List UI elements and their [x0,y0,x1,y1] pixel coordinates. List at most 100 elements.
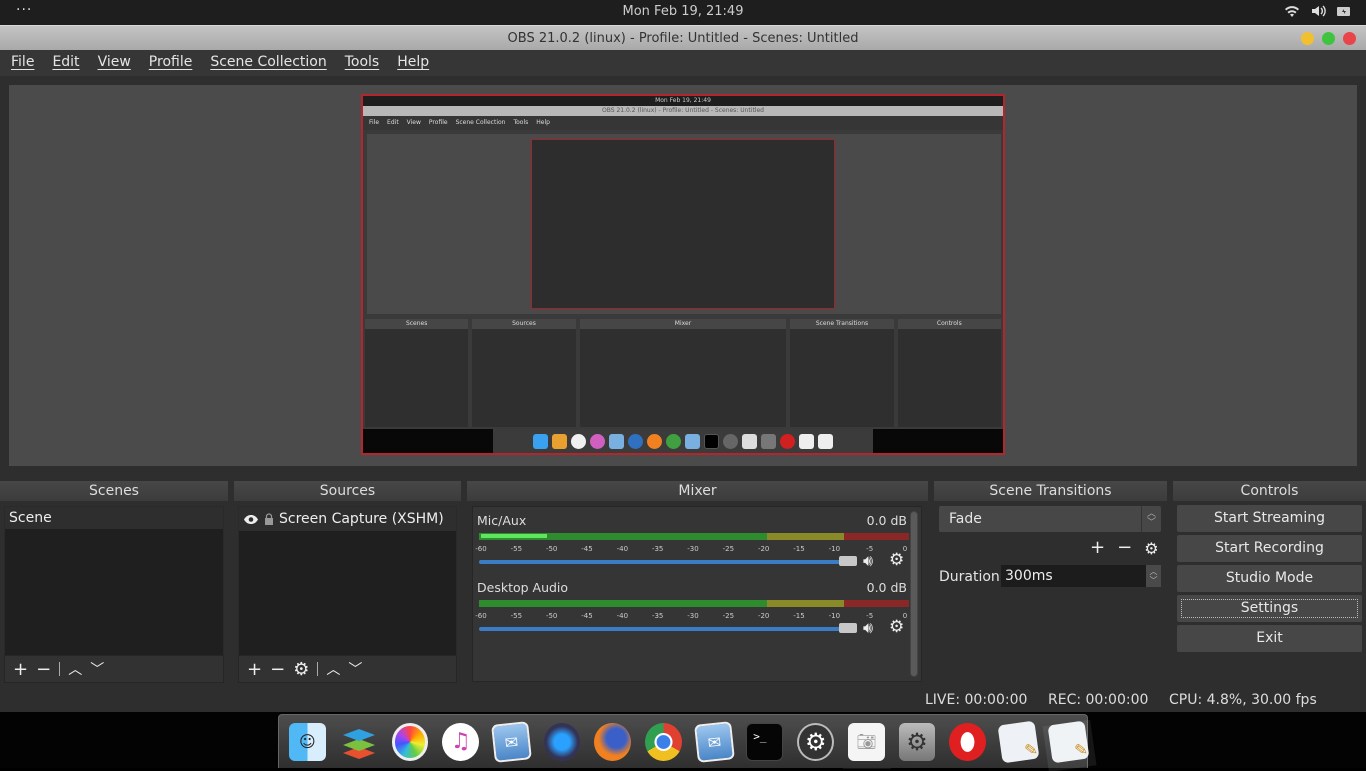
nested-dock-title: Scene Transitions [790,319,894,329]
nested-preview [367,134,1001,314]
system-preferences-icon[interactable]: ⚙ [797,722,835,761]
text-editor-icon[interactable]: ✎ [997,720,1039,763]
move-down-icon[interactable]: ﹀ [348,659,362,679]
layers-app-icon[interactable] [340,723,378,761]
move-up-icon[interactable]: ︿ [326,659,340,679]
remove-icon[interactable]: − [1117,537,1132,558]
spin-arrows-icon[interactable]: ︿ ﹀ [1146,565,1161,587]
transition-toolbar: + − ⚙ [1090,537,1159,558]
move-up-icon[interactable]: ︿ [68,659,82,679]
volume-meter [479,600,909,607]
nested-docks: Scenes Sources Mixer Scene Transitions C… [363,319,1003,427]
photos-icon[interactable] [391,722,429,761]
close-button[interactable] [1343,32,1356,45]
nested-app-icon [552,433,567,449]
system-preferences-icon[interactable]: ⚙ [898,722,936,761]
menu-profile[interactable]: Profile [149,50,193,76]
screenshot-icon[interactable]: 📷︎ [843,722,891,769]
mixer-scrollbar[interactable] [910,511,918,677]
finder-icon[interactable]: ☺ [289,722,326,761]
menu-help[interactable]: Help [397,50,429,76]
settings-button[interactable]: Settings [1177,595,1362,622]
remove-icon[interactable]: − [36,659,51,680]
remove-icon[interactable]: − [270,659,285,680]
meter-tick-label: -10 [828,612,841,620]
nested-title: OBS 21.0.2 (linux) - Profile: Untitled -… [602,107,764,114]
studio-mode-button[interactable]: Studio Mode [1177,565,1362,592]
gear-icon[interactable]: ⚙ [889,550,904,570]
nested-app-icon [533,433,548,449]
exit-button[interactable]: Exit [1177,625,1362,652]
system-tray[interactable] [1284,4,1352,18]
scenes-list[interactable]: Scene [4,506,224,658]
scene-item[interactable]: Scene [5,507,223,529]
nested-dock: Sources [472,319,576,427]
sources-dock: Sources Screen Capture (XSHM) + − ⚙ ︿ ﹀ [234,481,461,683]
meter-tick-label: -45 [581,545,593,553]
menu-edit[interactable]: Edit [52,50,79,76]
transition-select[interactable]: Fade ︿ ﹀ [939,506,1161,532]
channel-level: 0.0 dB [866,580,907,595]
screen-capture-source[interactable]: Mon Feb 19, 21:49 OBS 21.0.2 (linux) - P… [361,94,1005,455]
nested-dock-bar [493,429,873,453]
toolbar-separator [59,662,61,676]
scene-transitions-header: Scene Transitions [934,481,1167,501]
source-item[interactable]: Screen Capture (XSHM) [239,507,456,531]
itunes-icon[interactable]: ♫ [442,722,479,761]
menu-file[interactable]: File [11,50,34,76]
sources-header: Sources [234,481,461,501]
nested-menu-item: Help [536,119,550,126]
live-status: LIVE: 00:00:00 [925,692,1028,708]
menu-view[interactable]: View [98,50,131,76]
system-clock[interactable]: Mon Feb 19, 21:49 [0,4,1366,19]
nested-menu-item: View [406,119,421,126]
text-editor-icon[interactable]: ✎ [1048,720,1090,763]
gear-icon[interactable]: ⚙ [293,659,309,680]
terminal-icon[interactable]: >_ [746,722,784,761]
quicktime-icon[interactable] [543,722,581,761]
speaker-icon[interactable]: 🔊︎ [863,551,873,571]
gear-icon[interactable]: ⚙ [1144,537,1158,558]
add-icon[interactable]: + [13,659,28,680]
add-icon[interactable]: + [1090,537,1105,558]
duration-spinbox[interactable]: 300ms ︿ ﹀ [1001,565,1161,587]
nested-app-icon [590,433,605,449]
maximize-button[interactable] [1322,32,1335,45]
opera-icon[interactable] [949,722,986,761]
meter-tick-label: -10 [828,545,841,553]
system-top-bar: ··· Mon Feb 19, 21:49 [0,0,1366,25]
minimize-button[interactable] [1301,32,1314,45]
add-icon[interactable]: + [247,659,262,680]
eye-icon[interactable] [243,514,259,525]
nested-app-icon [761,433,776,449]
nested-app-icon [780,433,795,449]
menu-scene-collection[interactable]: Scene Collection [210,50,326,76]
scene-transitions-dock: Scene Transitions Fade ︿ ﹀ + − ⚙ Duration… [934,481,1167,683]
firefox-icon[interactable] [594,722,631,761]
start-recording-button[interactable]: Start Recording [1177,535,1362,562]
speaker-icon[interactable]: 🔊︎ [863,618,873,638]
chrome-icon[interactable] [644,722,682,761]
menu-tools[interactable]: Tools [345,50,380,76]
nested-app-icon [723,433,738,449]
sources-toolbar: + − ⚙ ︿ ﹀ [238,655,457,683]
sources-list[interactable]: Screen Capture (XSHM) [238,506,457,656]
start-streaming-button[interactable]: Start Streaming [1177,505,1362,532]
preview-canvas[interactable]: Mon Feb 19, 21:49 OBS 21.0.2 (linux) - P… [9,85,1357,466]
meter-tick-label: -40 [616,612,629,620]
mail-icon[interactable]: ✉ [693,720,735,763]
volume-slider-handle[interactable] [839,556,857,566]
nested-clock: Mon Feb 19, 21:49 [655,97,711,104]
nested-taskbar [363,429,1003,453]
lock-icon[interactable] [264,513,274,525]
nested-app-icon [685,433,700,449]
nested-app-icon [647,433,662,449]
meter-tick-label: -30 [687,612,699,620]
volume-slider[interactable] [479,627,849,631]
volume-slider[interactable] [479,560,849,564]
mail-icon[interactable]: ✉ [491,720,532,763]
transition-select-value: Fade [949,511,982,527]
gear-icon[interactable]: ⚙ [889,617,904,637]
move-down-icon[interactable]: ﹀ [90,659,104,679]
volume-slider-handle[interactable] [839,623,857,633]
